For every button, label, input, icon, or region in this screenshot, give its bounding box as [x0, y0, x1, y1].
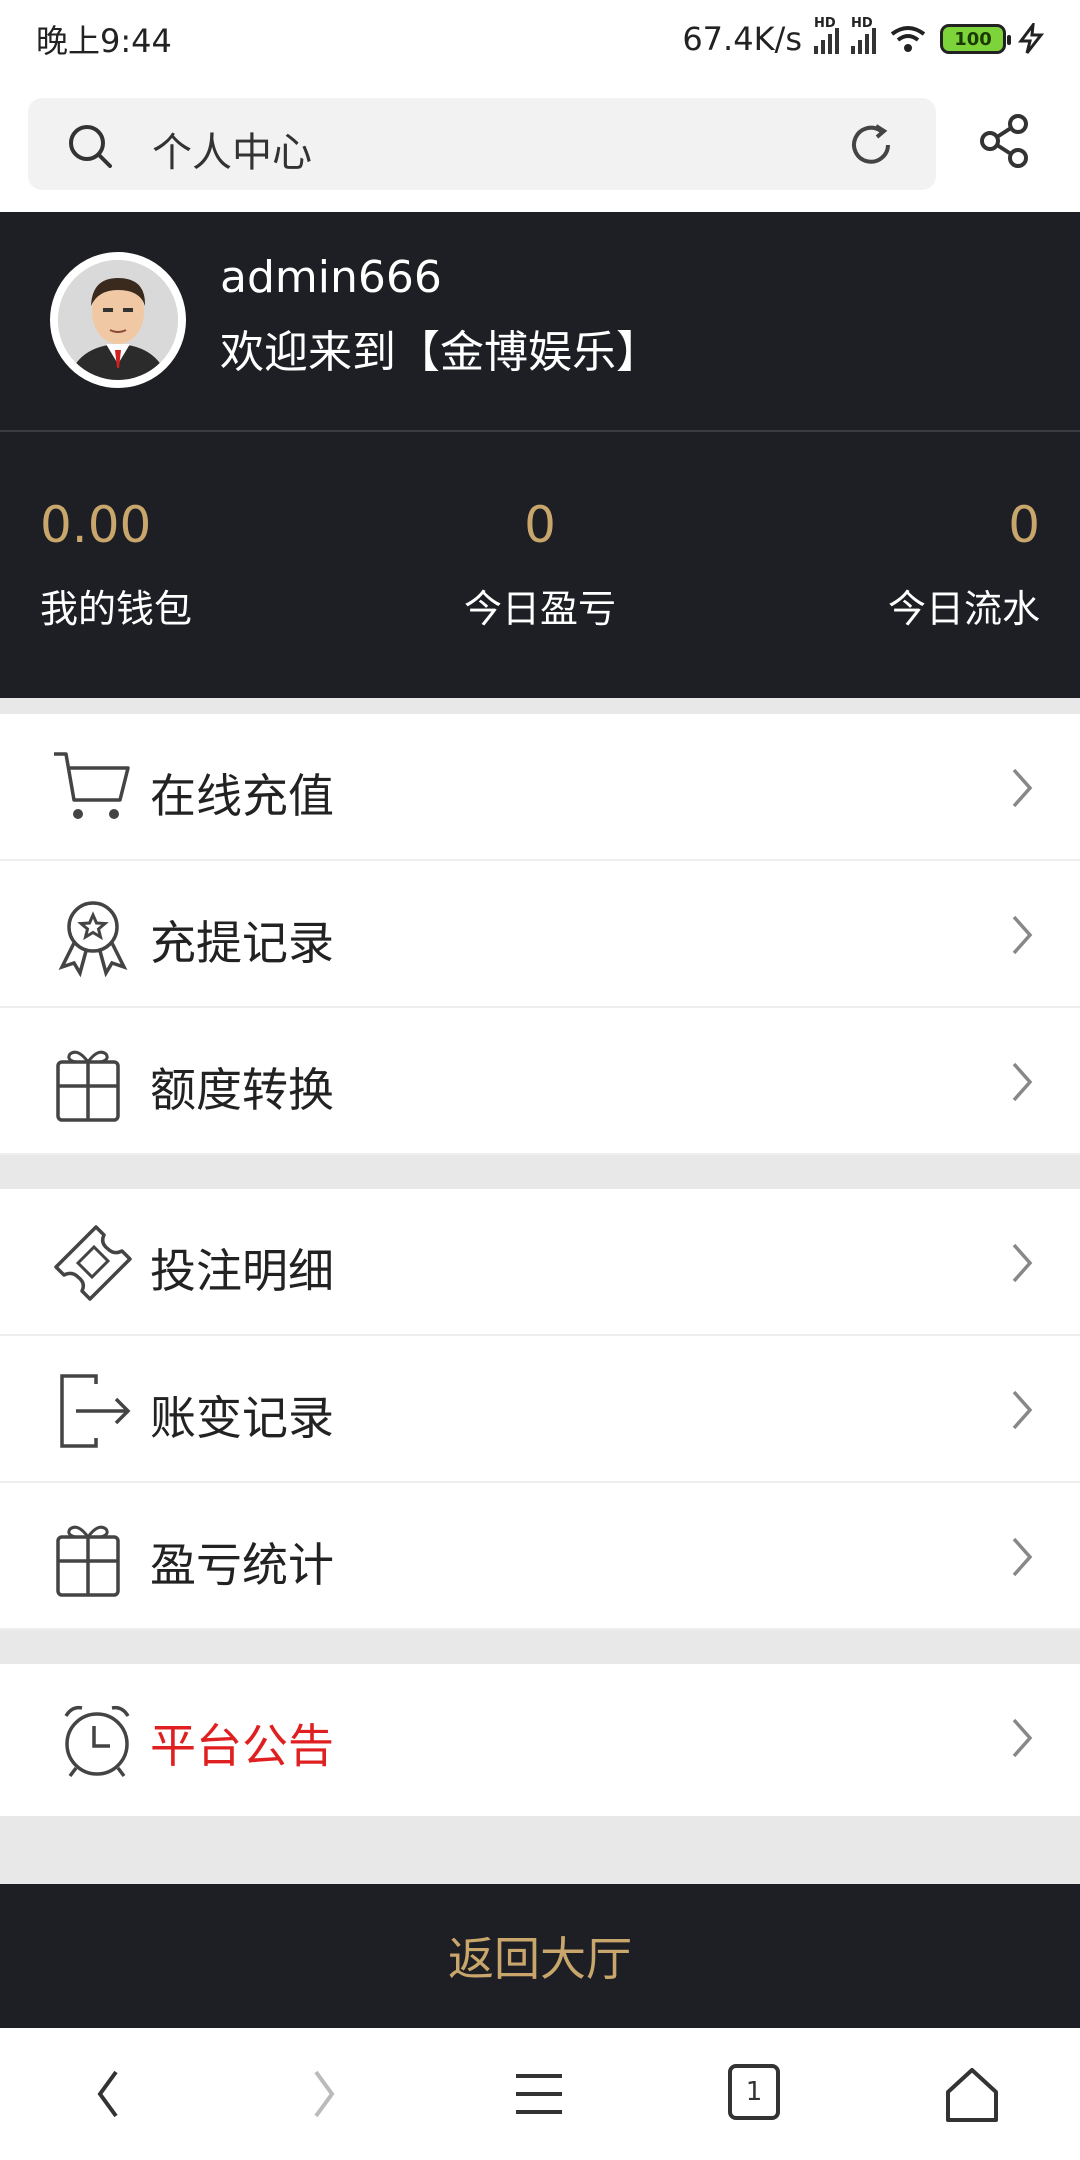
signal-icon: HD: [814, 16, 839, 54]
address-bar[interactable]: 个人中心: [28, 98, 936, 190]
menu-label: 额度转换: [150, 1063, 334, 1117]
search-icon: [69, 125, 112, 168]
menu-item-credit-transfer[interactable]: 额度转换: [0, 1008, 1080, 1155]
username: admin666: [220, 252, 442, 303]
chevron-right-icon: [1012, 1243, 1033, 1283]
ticket-icon: [54, 1225, 132, 1301]
avatar[interactable]: [50, 252, 186, 388]
reload-icon[interactable]: [846, 120, 896, 170]
section-gap: [0, 1630, 1080, 1664]
status-time: 晚上9:44: [36, 22, 172, 60]
avatar-illustration: [58, 260, 178, 380]
menu-label: 账变记录: [150, 1391, 334, 1445]
back-to-lobby-label: 返回大厅: [448, 1932, 632, 1986]
status-bar: 晚上9:44 67.4K/s HD HD 100: [0, 0, 1080, 78]
stat-wallet[interactable]: 0.00 我的钱包: [40, 496, 192, 633]
menu-item-account-change-records[interactable]: 账变记录: [0, 1336, 1080, 1483]
profile-header: admin666 欢迎来到【金博娱乐】: [0, 212, 1080, 430]
award-icon: [58, 901, 128, 977]
section-gap: [0, 698, 1080, 714]
chevron-right-icon: [1012, 1537, 1033, 1577]
stat-label: 今日盈亏: [463, 587, 616, 631]
stat-value: 0: [524, 496, 556, 554]
browser-nav-bar: 1: [0, 2028, 1080, 2160]
cart-icon: [54, 752, 130, 819]
welcome-message: 欢迎来到【金博娱乐】: [220, 327, 660, 378]
menu-label: 平台公告: [150, 1719, 334, 1773]
exit-icon: [60, 1374, 131, 1448]
wifi-icon: [890, 26, 926, 52]
stat-value: 0.00: [40, 496, 152, 554]
menu-label: 在线充值: [150, 769, 334, 823]
gift-icon: [56, 1525, 120, 1597]
menu-label: 盈亏统计: [150, 1538, 334, 1592]
tabs-icon[interactable]: 1: [728, 2064, 780, 2120]
charging-icon: [1018, 23, 1044, 54]
section-gap: [0, 1155, 1080, 1189]
chevron-right-icon: [1012, 768, 1033, 808]
chevron-right-icon: [1012, 1718, 1033, 1758]
menu-icon[interactable]: [512, 2064, 566, 2124]
menu-item-online-recharge[interactable]: 在线充值: [0, 714, 1080, 861]
stats-panel: 0.00 我的钱包 0 今日盈亏 0 今日流水: [0, 432, 1080, 698]
forward-arrow-icon[interactable]: [304, 2064, 344, 2124]
stat-turnover-today[interactable]: 0 今日流水: [888, 496, 1040, 633]
menu-label: 投注明细: [150, 1244, 334, 1298]
home-icon[interactable]: [942, 2064, 1002, 2126]
battery-icon: 100: [940, 24, 1011, 54]
chevron-right-icon: [1012, 915, 1033, 955]
alarm-clock-icon: [64, 1705, 130, 1778]
menu-item-platform-announcement[interactable]: 平台公告: [0, 1664, 1080, 1811]
menu-item-deposit-withdraw-records[interactable]: 充提记录: [0, 861, 1080, 1008]
signal-icon-2: HD: [851, 16, 876, 54]
stat-label: 今日流水: [887, 587, 1040, 631]
net-speed: 67.4K/s: [682, 20, 802, 58]
address-text[interactable]: 个人中心: [152, 120, 312, 178]
menu-item-bet-details[interactable]: 投注明细: [0, 1189, 1080, 1336]
tab-count: 1: [745, 2077, 763, 2107]
stat-label: 我的钱包: [40, 587, 193, 631]
menu-item-profit-loss-stats[interactable]: 盈亏统计: [0, 1483, 1080, 1630]
gift-icon: [56, 1050, 120, 1122]
chevron-right-icon: [1012, 1062, 1033, 1102]
status-indicators: 67.4K/s HD HD 100: [682, 16, 1044, 58]
stat-profit-today[interactable]: 0 今日盈亏: [440, 496, 640, 633]
section-gap: [0, 1816, 1080, 1884]
menu-label: 充提记录: [150, 916, 334, 970]
stat-value: 0: [1008, 496, 1040, 554]
back-arrow-icon[interactable]: [88, 2064, 128, 2124]
chevron-right-icon: [1012, 1390, 1033, 1430]
back-to-lobby-button[interactable]: 返回大厅: [0, 1884, 1080, 2028]
share-icon[interactable]: [978, 112, 1032, 170]
browser-toolbar: 个人中心: [0, 78, 1080, 212]
